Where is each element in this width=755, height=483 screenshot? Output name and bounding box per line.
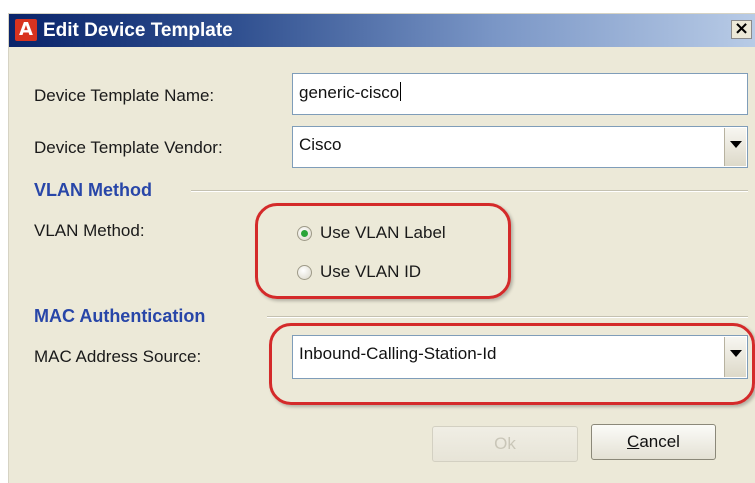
section-divider	[267, 316, 748, 318]
ok-button[interactable]: Ok	[432, 426, 578, 462]
cancel-button[interactable]: Cancel	[591, 424, 716, 460]
use-vlan-id-radio[interactable]	[297, 265, 312, 280]
text-caret	[400, 82, 402, 101]
cancel-mnemonic: C	[627, 432, 640, 451]
title-bar: A Edit Device Template ×	[9, 14, 755, 47]
mac-address-source-label: MAC Address Source:	[34, 347, 202, 366]
annotation-highlight	[255, 203, 511, 299]
vlan-method-label: VLAN Method:	[34, 221, 145, 240]
device-template-vendor-value: Cisco	[299, 135, 342, 154]
device-template-name-value: generic-cisco	[299, 83, 400, 102]
chevron-down-icon[interactable]	[724, 128, 746, 166]
section-divider	[191, 190, 748, 192]
device-template-vendor-label: Device Template Vendor:	[34, 138, 223, 157]
app-logo-icon: A	[15, 19, 37, 41]
chevron-down-icon[interactable]	[724, 337, 746, 377]
close-icon: ×	[733, 18, 750, 39]
device-template-name-input[interactable]: generic-cisco	[292, 73, 748, 115]
vlan-method-section-title: VLAN Method	[34, 180, 152, 200]
mac-address-source-value: Inbound-Calling-Station-Id	[299, 344, 497, 363]
close-button[interactable]: ×	[731, 20, 752, 39]
edit-device-template-dialog: A Edit Device Template × Device Template…	[9, 14, 755, 483]
mac-authentication-section-title: MAC Authentication	[34, 306, 206, 326]
use-vlan-label-radio[interactable]	[297, 226, 312, 241]
dialog-title: Edit Device Template	[43, 20, 233, 41]
use-vlan-label-option-label[interactable]: Use VLAN Label	[320, 223, 446, 243]
mac-address-source-select[interactable]: Inbound-Calling-Station-Id	[292, 335, 748, 379]
use-vlan-id-option-label[interactable]: Use VLAN ID	[320, 262, 421, 282]
device-template-vendor-select[interactable]: Cisco	[292, 126, 748, 168]
device-template-name-label: Device Template Name:	[34, 86, 215, 105]
cancel-button-label: ancel	[639, 432, 680, 451]
